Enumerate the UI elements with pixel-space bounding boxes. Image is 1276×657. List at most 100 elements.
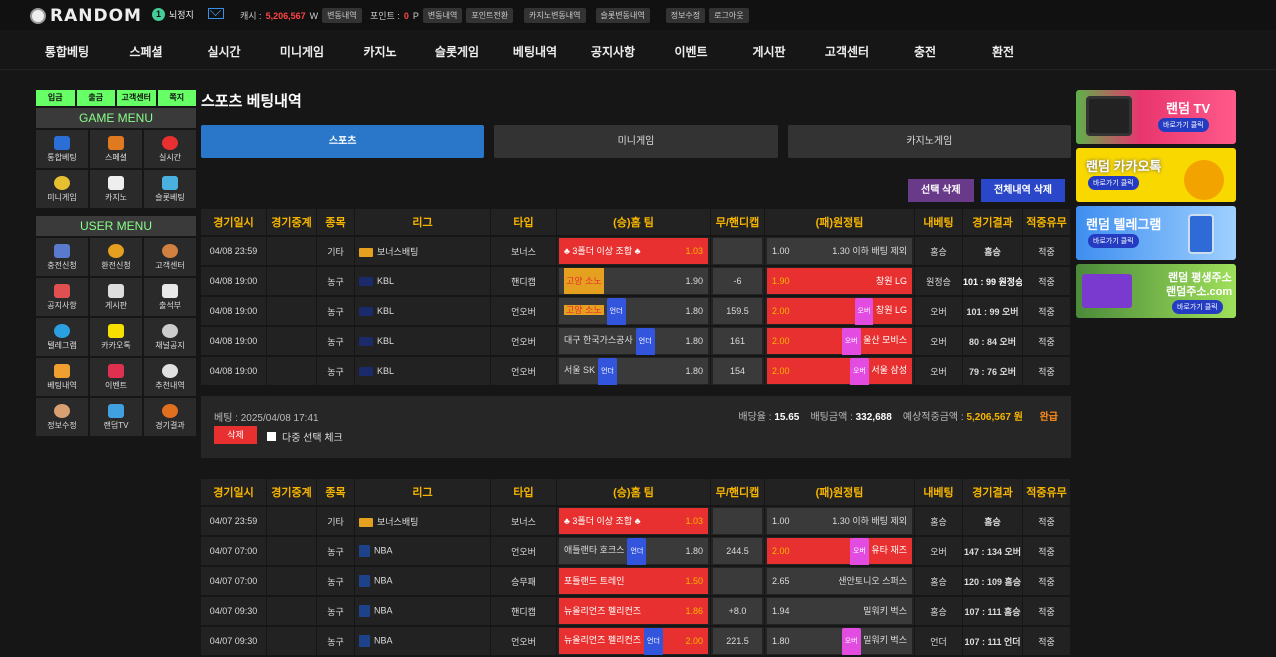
menu-item[interactable]: 이벤트 (90, 358, 142, 396)
checkbox[interactable] (267, 432, 276, 441)
away-cell[interactable]: 2.00 오버 창원 LG (765, 297, 915, 325)
nav-item[interactable]: 미니게임 (280, 43, 324, 60)
point-convert-button[interactable]: 포인트전환 (466, 8, 514, 23)
menu-item[interactable]: 랜덤TV (90, 398, 142, 436)
minigame-icon (54, 175, 70, 190)
away-cell[interactable]: 2.00 오버 울산 모비스 (765, 327, 915, 355)
home-cell[interactable]: 애틀랜타 호크스 언더 1.80 (557, 537, 711, 565)
home-cell[interactable]: 뉴올리언즈 펠리컨즈 1.86 (557, 597, 711, 625)
home-cell[interactable]: 포틀랜드 트레인 1.50 (557, 567, 711, 595)
menu-item[interactable]: 실시간 (144, 130, 196, 168)
home-cell[interactable]: ♣ 3폴더 이상 조합 ♣ 1.03 (557, 507, 711, 535)
menu-item[interactable]: 게시판 (90, 278, 142, 316)
nav-item[interactable]: 환전 (992, 43, 1014, 60)
nav-item[interactable]: 스페셜 (129, 43, 162, 60)
tab-sports[interactable]: 스포츠 (201, 125, 485, 158)
random-tv-banner[interactable]: 랜덤 TV 바로가기 클릭 (1076, 90, 1236, 144)
nav-item[interactable]: 슬롯게임 (435, 43, 479, 60)
casino-history-button[interactable]: 카지노변동내역 (524, 8, 586, 23)
address-banner[interactable]: 랜덤 평생주소 랜덤주소.com 바로가기 클릭 (1076, 264, 1236, 318)
home-cell[interactable]: 대구 한국가스공사 언더 1.80 (557, 327, 711, 355)
nav-item[interactable]: 이벤트 (674, 43, 707, 60)
menu-item[interactable]: 베팅내역 (36, 358, 88, 396)
col-header: 경기결과 (963, 209, 1023, 235)
away-cell[interactable]: 1.00 1.30 이하 배팅 제외 (765, 507, 915, 535)
kbl-icon (359, 337, 373, 347)
point-history-button[interactable]: 변동내역 (422, 8, 463, 23)
bet-amount: 332,688 (855, 412, 892, 423)
menu-item[interactable]: 카카오톡 (90, 318, 142, 356)
menu-item[interactable]: 미니게임 (36, 170, 88, 208)
select-delete-button[interactable]: 선택 삭제 (908, 179, 974, 202)
tab-casino[interactable]: 카지노게임 (787, 125, 1071, 158)
away-cell[interactable]: 2.65 샌안토니오 스퍼스 (765, 567, 915, 595)
table-row: 04/07 09:30 농구 NBA 핸디캡 뉴올리언즈 펠리컨즈 1.86 +8.… (201, 597, 1071, 625)
edit-info-button[interactable]: 정보수정 (665, 8, 706, 23)
away-cell[interactable]: 1.00 1.30 이하 배팅 제외 (765, 237, 915, 265)
slot-history-button[interactable]: 슬롯변동내역 (595, 8, 650, 23)
home-cell[interactable]: 고양 소노 언더 1.80 (557, 297, 711, 325)
nav-item[interactable]: 공지사항 (591, 43, 635, 60)
away-cell[interactable]: 1.94 밀워키 벅스 (765, 597, 915, 625)
menu-item[interactable]: 카지노 (90, 170, 142, 208)
kakaotalk-banner[interactable]: 랜덤 카카오톡 바로가기 클릭 (1076, 148, 1236, 202)
away-cell[interactable]: 2.00 오버 서울 삼성 (765, 357, 915, 385)
nav-item[interactable]: 카지노 (363, 43, 396, 60)
col-header: 리그 (355, 209, 491, 235)
menu-item[interactable]: 텔레그램 (36, 318, 88, 356)
sport: 농구 (317, 297, 355, 325)
menu-item[interactable]: 공지사항 (36, 278, 88, 316)
home-cell[interactable]: 서울 SK 언더 1.80 (557, 357, 711, 385)
menu-item[interactable]: 추천내역 (144, 358, 196, 396)
nav-item[interactable]: 게시판 (752, 43, 785, 60)
tab-minigame[interactable]: 미니게임 (494, 125, 778, 158)
site-logo[interactable]: RANDOM (30, 6, 142, 26)
message-button[interactable]: 쪽지 (157, 90, 196, 106)
nav-item[interactable]: 충전 (914, 43, 936, 60)
logout-button[interactable]: 로그아웃 (709, 8, 749, 23)
game-date: 04/07 09:30 (201, 627, 267, 655)
deposit-button[interactable]: 입금 (36, 90, 75, 106)
home-cell[interactable]: 고양 소노 1.90 (557, 267, 711, 295)
away-cell[interactable]: 2.00 오버 유타 재즈 (765, 537, 915, 565)
nav-item[interactable]: 베팅내역 (513, 43, 557, 60)
menu-item[interactable]: 고객센터 (144, 238, 196, 276)
col-header: 무/핸디캡 (711, 479, 765, 505)
delete-button[interactable]: 삭제 (214, 426, 257, 444)
handicap-cell: +8.0 (711, 597, 765, 625)
hit-status: 적중 (1023, 327, 1071, 355)
mail-icon[interactable] (208, 8, 224, 19)
menu-item[interactable]: 스페셜 (90, 130, 142, 168)
hit-status: 적중 (1023, 357, 1071, 385)
menu-item[interactable]: 채널공지 (144, 318, 196, 356)
col-header: 경기일시 (201, 479, 267, 505)
nav-item[interactable]: 고객센터 (825, 43, 869, 60)
nav-item[interactable]: 통합베팅 (45, 43, 89, 60)
menu-item[interactable]: 충전신청 (36, 238, 88, 276)
cash-amount: 5,206,567 (265, 10, 306, 21)
menu-item[interactable]: 출석부 (144, 278, 196, 316)
home-cell[interactable]: 뉴올리언즈 펠리컨즈 언더 2.00 (557, 627, 711, 655)
kakao-character-icon (1184, 160, 1224, 200)
nav-item[interactable]: 실시간 (207, 43, 240, 60)
bet-table-2: 경기일시 경기중계 종목 리그 타입 (승)홈 팀 무/핸디캡 (패)원정팀 내베팅 경기결과 적중… (201, 477, 1071, 657)
delete-all-button[interactable]: 전체내역 삭제 (981, 179, 1065, 202)
cash-history-button[interactable]: 변동내역 (322, 8, 362, 23)
menu-item[interactable]: 경기결과 (144, 398, 196, 436)
away-cell[interactable]: 1.90 창원 LG (765, 267, 915, 295)
result: 79 : 76 오버 (963, 357, 1023, 385)
away-cell[interactable]: 1.80 오버 밀워키 벅스 (765, 627, 915, 655)
coin-icon (108, 243, 124, 258)
menu-item[interactable]: 슬롯베팅 (144, 170, 196, 208)
withdraw-button[interactable]: 출금 (76, 90, 115, 106)
home-cell[interactable]: ♣ 3폴더 이상 조합 ♣ 1.03 (557, 237, 711, 265)
menu-item[interactable]: 통합베팅 (36, 130, 88, 168)
table-row: 04/08 19:00 농구 KBL 핸디캡 고양 소노 1.90 -6 1.90 창… (201, 267, 1071, 295)
multi-select[interactable]: 다중 선택 체크 (267, 429, 343, 444)
menu-item[interactable]: 정보수정 (36, 398, 88, 436)
deposit-icon (54, 243, 70, 258)
telegram-banner[interactable]: 랜덤 텔레그램 바로가기 클릭 (1076, 206, 1236, 260)
hit-status: 적중 (1023, 537, 1071, 565)
support-button[interactable]: 고객센터 (117, 90, 156, 106)
menu-item[interactable]: 환전신청 (90, 238, 142, 276)
